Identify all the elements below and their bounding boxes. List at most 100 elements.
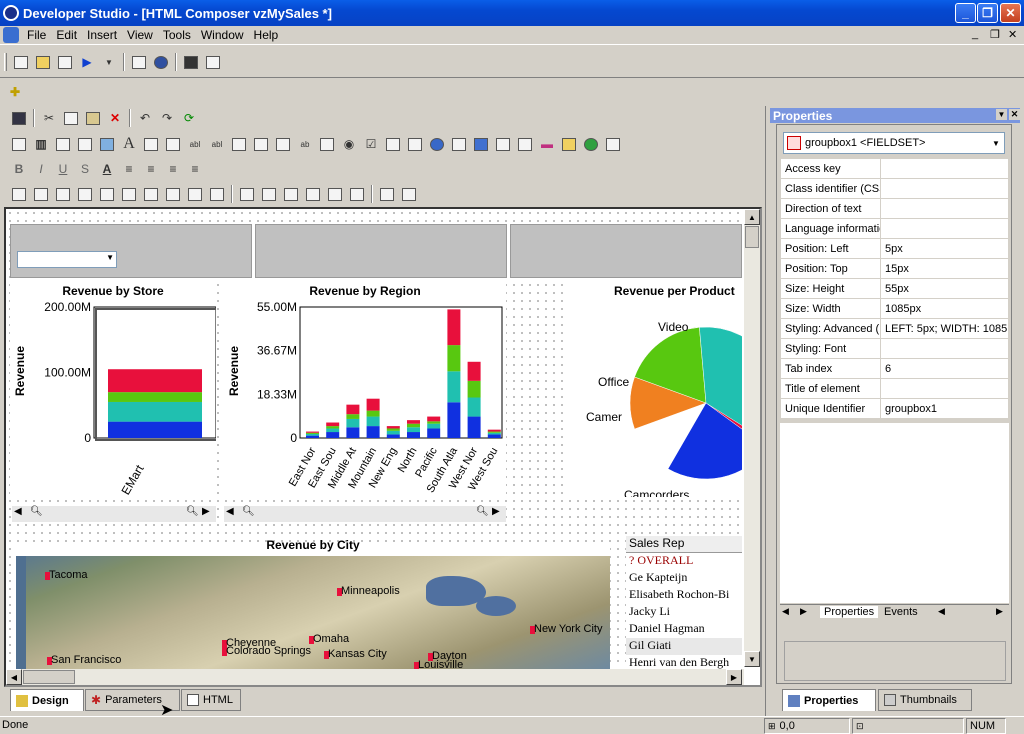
property-row[interactable]: Unique Identifier groupbox1 (780, 398, 1009, 419)
property-row[interactable]: Styling: Font (780, 338, 1009, 359)
element-selector[interactable]: groupbox1 <FIELDSET> ▼ (783, 132, 1005, 154)
text-icon[interactable]: A (118, 134, 140, 155)
zoom-icon[interactable]: 🔍︎ (186, 506, 199, 517)
scroll-thumb[interactable] (745, 226, 759, 248)
scroll-left-icon[interactable]: ◀ (6, 669, 22, 685)
open-icon[interactable] (32, 52, 54, 73)
align-center-icon[interactable]: ≡ (140, 159, 162, 180)
menu-tools[interactable]: Tools (158, 28, 196, 42)
property-row[interactable]: Class identifier (CSS (780, 178, 1009, 199)
center-h-icon[interactable] (280, 184, 302, 205)
grid-toggle-icon[interactable] (8, 184, 30, 205)
property-value[interactable]: LEFT: 5px; WIDTH: 1085 (880, 318, 1009, 339)
grid-icon[interactable] (52, 134, 74, 155)
scroll-right-icon[interactable]: ▶ (996, 606, 1003, 617)
groupbox-section-3[interactable] (510, 224, 742, 278)
property-row[interactable]: Styling: Advanced (LEFT: 5px; WIDTH: 108… (780, 318, 1009, 339)
combobox-icon[interactable] (250, 134, 272, 155)
tab-design[interactable]: Design (10, 689, 84, 711)
property-row[interactable]: Title of element (780, 378, 1009, 399)
align-lefts-icon[interactable] (74, 184, 96, 205)
chart-store[interactable]: Revenue by Store 200.00M 100.00M 0 Revenue E… (10, 281, 216, 497)
scroll-left-icon[interactable]: ◀ (226, 506, 234, 517)
folder-icon[interactable] (558, 134, 580, 155)
calendar-icon[interactable] (448, 134, 470, 155)
console-icon[interactable] (180, 52, 202, 73)
property-row[interactable]: Tab index 6 (780, 358, 1009, 379)
server-icon[interactable] (202, 52, 224, 73)
run-icon[interactable]: ▶ (76, 52, 98, 73)
undo-icon[interactable]: ↶ (134, 108, 156, 129)
list-item[interactable]: Daniel Hagman (626, 621, 742, 638)
strike-icon[interactable]: S (74, 159, 96, 180)
groupbox-section-1[interactable]: ▼ (10, 224, 252, 278)
align-left-icon[interactable]: ≡ (118, 159, 140, 180)
center-v-icon[interactable] (302, 184, 324, 205)
arrange-icon[interactable] (376, 184, 398, 205)
layers-icon[interactable] (602, 134, 624, 155)
tab-order-icon[interactable] (52, 184, 74, 205)
panel-tab-properties[interactable]: Properties (782, 689, 876, 711)
paste-icon[interactable] (82, 108, 104, 129)
tab-properties[interactable]: Properties (820, 606, 879, 618)
report-icon[interactable] (8, 134, 30, 155)
document-icon[interactable] (3, 27, 19, 43)
reset-icon[interactable] (316, 134, 338, 155)
new-icon[interactable] (10, 52, 32, 73)
layout-icon[interactable] (346, 184, 368, 205)
save-icon[interactable] (8, 108, 30, 129)
property-value[interactable]: 5px (880, 238, 1009, 259)
delete-icon[interactable]: ✕ (104, 108, 126, 129)
zoom-icon[interactable]: 🔍︎ (476, 506, 489, 517)
italic-icon[interactable]: I (30, 159, 52, 180)
chevron-down-icon[interactable]: ▼ (988, 133, 1004, 153)
align-middles-icon[interactable] (140, 184, 162, 205)
doublelist-icon[interactable] (272, 134, 294, 155)
property-value[interactable] (880, 378, 1009, 399)
module-icon[interactable] (470, 134, 492, 155)
listbox-icon[interactable] (228, 134, 250, 155)
menu-file[interactable]: File (22, 28, 51, 42)
checkbox-icon[interactable]: ☑ (360, 134, 382, 155)
align-right-icon[interactable]: ≡ (162, 159, 184, 180)
scroll-right-icon[interactable]: ▶ (726, 669, 742, 685)
property-value[interactable]: 1085px (880, 298, 1009, 319)
store-dropdown[interactable]: ▼ (17, 251, 117, 268)
space-across-icon[interactable] (236, 184, 258, 205)
property-value[interactable]: 15px (880, 258, 1009, 279)
chart-store-scrollbar[interactable]: ◀ 🔍︎ 🔍︎ ▶ (12, 506, 216, 522)
flip-icon[interactable] (324, 184, 346, 205)
bold-icon[interactable]: B (8, 159, 30, 180)
menu-help[interactable]: Help (249, 28, 284, 42)
chart-product[interactable]: Revenue per Product Video Office Camer Camc… (566, 281, 742, 497)
menu-edit[interactable]: Edit (51, 28, 82, 42)
zoom-icon[interactable]: 🔍︎ (242, 506, 255, 517)
tab-events[interactable]: Events (880, 606, 922, 618)
property-value[interactable]: 55px (880, 278, 1009, 299)
close-button[interactable]: ✕ (1000, 3, 1021, 23)
align-tops-icon[interactable] (118, 184, 140, 205)
minimize-button[interactable]: _ (955, 3, 976, 23)
design-canvas[interactable]: ▼ Revenue by Store 200.00M 100.00M 0 Revenu… (4, 207, 762, 687)
scroll-right-icon[interactable]: ▶ (492, 506, 500, 517)
property-row[interactable]: Size: Height 55px (780, 278, 1009, 299)
tree-control-icon[interactable] (382, 134, 404, 155)
earth-icon[interactable] (580, 134, 602, 155)
run-dropdown-icon[interactable]: ▼ (98, 52, 120, 73)
font-color-icon[interactable]: A (96, 159, 118, 180)
menu-insert[interactable]: Insert (82, 28, 122, 42)
distribute-icon[interactable] (398, 184, 420, 205)
menu-view[interactable]: View (122, 28, 158, 42)
list-item[interactable]: Gil Giati (626, 638, 742, 655)
underline-icon[interactable]: U (52, 159, 74, 180)
scroll-thumb[interactable] (23, 670, 75, 684)
property-value[interactable] (880, 158, 1009, 179)
tab-scroll-left-icon[interactable]: ◀ (782, 606, 789, 617)
align-bottoms-icon[interactable] (162, 184, 184, 205)
list-item[interactable]: Elisabeth Rochon-Bi (626, 587, 742, 604)
list-item[interactable]: Jacky Li (626, 604, 742, 621)
same-height-icon[interactable] (206, 184, 228, 205)
property-value[interactable] (880, 338, 1009, 359)
mdi-minimize-icon[interactable]: _ (972, 28, 978, 40)
tree-icon[interactable] (128, 52, 150, 73)
